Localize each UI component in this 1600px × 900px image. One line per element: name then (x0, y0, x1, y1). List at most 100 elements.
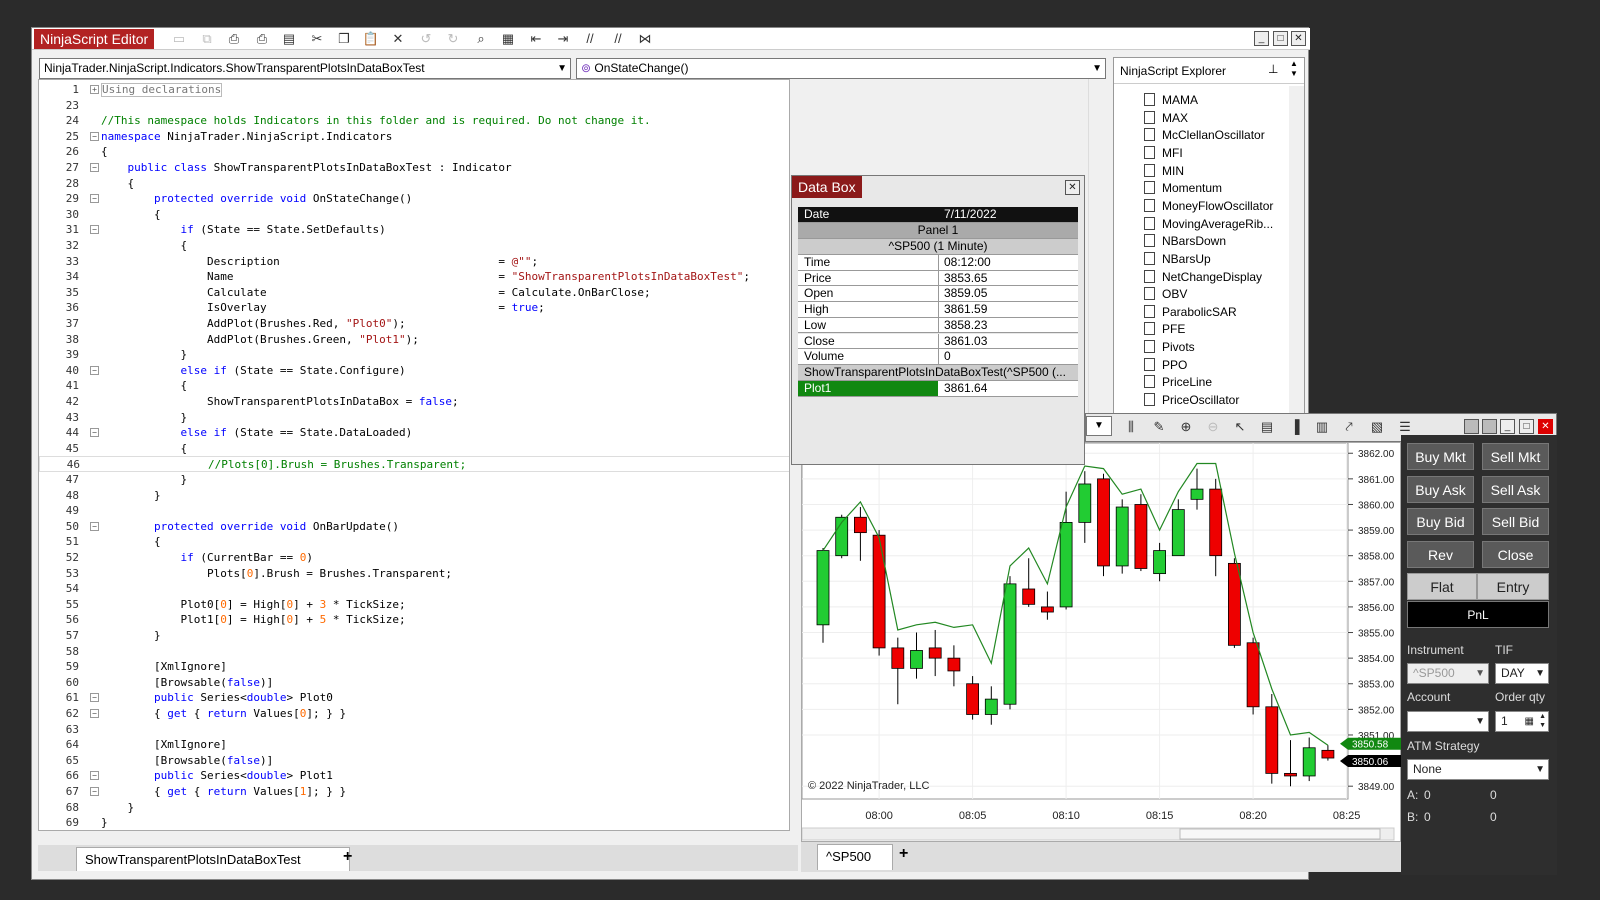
snippets-icon[interactable]: ▦ (499, 31, 517, 47)
paste-icon[interactable]: 📋 (362, 31, 380, 47)
pin-icon[interactable]: ⊥ (1268, 62, 1278, 76)
collapse-icon[interactable]: − (90, 709, 99, 718)
compile-icon[interactable]: ▤ (280, 31, 298, 47)
sell-bid-button[interactable]: Sell Bid (1482, 508, 1549, 535)
buy-mkt-button[interactable]: Buy Mkt (1407, 443, 1474, 470)
chart-canvas[interactable]: 3862.00 3861.00 3860.00 3859.00 3858.00 3857.… (801, 442, 1402, 843)
explorer-item[interactable]: McClellanOscillator (1144, 127, 1265, 145)
explorer-item[interactable]: PriceLine (1144, 374, 1212, 392)
scroll-arrows-icon[interactable]: ▲ ▼ (1290, 59, 1298, 79)
line-chart-icon[interactable]: ⤤ (1340, 419, 1358, 435)
atm-strategy-select[interactable]: None ▼ (1407, 759, 1549, 780)
code-line[interactable]: 64 [XmlIgnore] (39, 737, 789, 753)
add-tab-button[interactable]: + (343, 848, 352, 866)
pointer-icon[interactable]: ↖ (1231, 419, 1249, 435)
maximize-icon[interactable]: □ (1273, 31, 1288, 46)
collapse-icon[interactable]: − (90, 787, 99, 796)
tab-showtransparentplots[interactable]: ShowTransparentPlotsInDataBoxTest (76, 847, 350, 871)
properties-icon[interactable]: ▧ (1368, 419, 1386, 435)
code-editor[interactable]: 1 + Using declarations 23 24 //This namespace… (38, 79, 790, 831)
code-line[interactable]: 45 { (39, 441, 789, 457)
code-line[interactable]: 57 } (39, 628, 789, 644)
code-line[interactable]: 31 − if (State == State.SetDefaults) (39, 222, 789, 238)
indicators-icon[interactable]: ▥ (1313, 419, 1331, 435)
print-icon[interactable]: ⎙ (225, 31, 243, 47)
chevron-down-icon[interactable]: ▼ (1086, 416, 1112, 436)
explorer-item[interactable]: MIN (1144, 163, 1184, 181)
code-line[interactable]: 26 { (39, 144, 789, 160)
data-series-icon[interactable]: ▤ (1258, 419, 1276, 435)
comment-icon[interactable]: // (581, 31, 599, 47)
sell-mkt-button[interactable]: Sell Mkt (1482, 443, 1549, 470)
collapse-icon[interactable]: − (90, 771, 99, 781)
code-line[interactable]: 46 //Plots[0].Brush = Brushes.Transparen… (39, 456, 789, 472)
code-line[interactable]: 27 − public class ShowTransparentPlotsInD… (39, 160, 789, 176)
code-line[interactable]: 34 Name = "ShowTransparentPlotsInDataBox… (39, 269, 789, 285)
indent-icon[interactable]: ⇥ (554, 31, 572, 47)
undo-icon[interactable]: ↺ (417, 31, 435, 47)
collapse-icon[interactable]: − (90, 365, 99, 375)
spinner-icon[interactable]: ▲ ▼ (1539, 712, 1546, 730)
list-icon[interactable]: ☰ (1396, 419, 1414, 435)
explorer-item[interactable]: MovingAverageRib... (1144, 216, 1273, 234)
code-line[interactable]: 69} (39, 815, 789, 830)
code-line[interactable]: 59 [XmlIgnore] (39, 659, 789, 675)
code-line[interactable]: 35 Calculate = Calculate.OnBarClose; (39, 285, 789, 301)
zoom-out-icon[interactable]: ⊖ (1204, 419, 1222, 435)
calculator-icon[interactable]: ▦ (1525, 712, 1534, 731)
save-icon[interactable]: ▭ (170, 31, 188, 47)
explorer-item[interactable]: MFI (1144, 145, 1183, 163)
collapse-icon[interactable]: − (90, 163, 99, 172)
close-icon[interactable]: ✕ (1291, 31, 1306, 46)
window-icon[interactable] (1464, 419, 1479, 434)
explorer-item[interactable]: NetChangeDisplay (1144, 269, 1262, 287)
minimize-icon[interactable]: _ (1254, 31, 1269, 46)
code-line[interactable]: 52 if (CurrentBar == 0) (39, 550, 789, 566)
code-line[interactable]: 42 ShowTransparentPlotsInDataBox = false… (39, 394, 789, 410)
collapse-icon[interactable]: − (90, 693, 99, 703)
code-line[interactable]: 24 //This namespace holds Indicators in t… (39, 113, 789, 129)
code-line[interactable]: 47 } (39, 472, 789, 488)
delete-icon[interactable]: ✕ (389, 31, 407, 47)
explorer-item[interactable]: NBarsDown (1144, 233, 1226, 251)
cut-icon[interactable]: ✂ (308, 31, 326, 47)
code-line[interactable]: 60 [Browsable(false)] (39, 675, 789, 691)
explorer-item[interactable]: OBV (1144, 286, 1187, 304)
code-line[interactable]: 28 { (39, 176, 789, 192)
code-line[interactable]: 40 − else if (State == State.Configure) (39, 363, 789, 379)
copy-icon[interactable]: ❐ (335, 31, 353, 47)
code-line[interactable]: 65 [Browsable(false)] (39, 753, 789, 769)
strategy-icon[interactable]: ▐ (1286, 419, 1304, 435)
find-icon[interactable]: ⌕ (472, 31, 490, 47)
code-line[interactable]: 38 AddPlot(Brushes.Green, "Plot1"); (39, 332, 789, 348)
explorer-item[interactable]: MAX (1144, 110, 1188, 128)
code-line[interactable]: 44 − else if (State == State.DataLoaded) (39, 425, 789, 441)
flat-button[interactable]: Flat (1407, 573, 1477, 600)
code-line[interactable]: 55 Plot0[0] = High[0] + 3 * TickSize; (39, 597, 789, 613)
code-line[interactable]: 67 − { get { return Values[1]; } } (39, 784, 789, 800)
code-line[interactable]: 36 IsOverlay = true; (39, 300, 789, 316)
buy-ask-button[interactable]: Buy Ask (1407, 475, 1474, 503)
close-icon[interactable]: ✕ (1065, 180, 1080, 195)
explorer-scrollbar[interactable] (1289, 86, 1304, 416)
collapse-icon[interactable]: − (90, 194, 99, 204)
drawing-tool-icon[interactable]: ✎ (1150, 419, 1168, 435)
tif-select[interactable]: DAY ▼ (1495, 663, 1549, 684)
code-line[interactable]: 23 (39, 98, 789, 114)
close-button[interactable]: Close (1482, 540, 1549, 568)
code-line[interactable]: 62 − { get { return Values[0]; } } (39, 706, 789, 722)
explorer-item[interactable]: MAMA (1144, 92, 1198, 110)
explorer-item[interactable]: ParabolicSAR (1144, 304, 1237, 322)
collapse-icon[interactable]: − (90, 428, 99, 438)
instrument-select[interactable]: ^SP500 ▼ (1407, 663, 1489, 684)
code-line[interactable]: 68 } (39, 800, 789, 816)
explorer-item[interactable]: PriceOscillator (1144, 392, 1239, 410)
collapse-icon[interactable]: − (90, 131, 99, 141)
maximize-icon[interactable]: □ (1519, 419, 1534, 434)
code-line[interactable]: 41 { (39, 378, 789, 394)
code-line[interactable]: 32 { (39, 238, 789, 254)
order-qty-stepper[interactable]: 1 ▦ ▲ ▼ (1495, 711, 1549, 732)
code-line[interactable]: 33 Description = @""; (39, 254, 789, 270)
uncomment-icon[interactable]: // (609, 31, 627, 47)
minimize-icon[interactable]: _ (1500, 419, 1515, 434)
